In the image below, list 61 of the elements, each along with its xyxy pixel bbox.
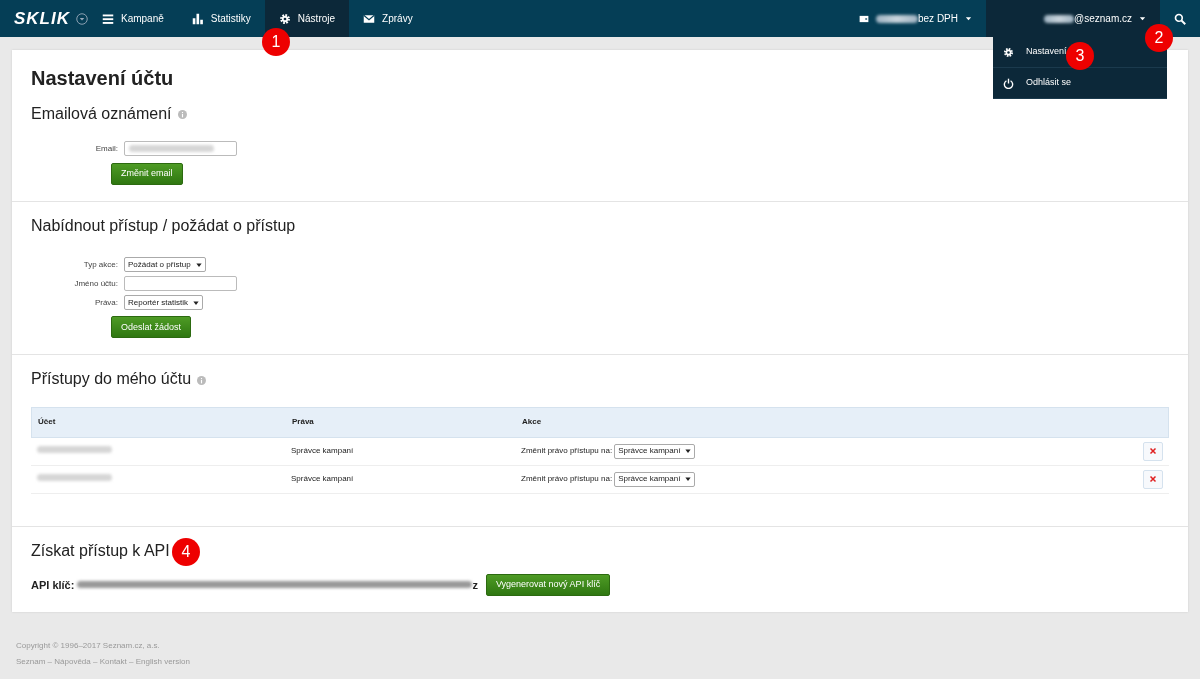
link-separator: – — [46, 656, 54, 666]
rights-select[interactable]: Správce kampaní — [614, 471, 696, 487]
wallet-icon — [859, 13, 869, 24]
email-field[interactable] — [124, 141, 237, 157]
caret-icon — [193, 299, 200, 306]
table-cell-text: Správce kampaní — [291, 445, 355, 458]
logo[interactable]: SKLIK — [0, 5, 76, 32]
copyright-text: Copyright © 1996–2017 Seznam.cz, a.s. — [16, 639, 161, 652]
section-heading: Nabídnout přístup / požádat o přístup — [31, 216, 296, 237]
envelope-icon — [363, 12, 376, 25]
column-header: Práva — [292, 416, 315, 429]
field-label: Jméno účtu: — [73, 277, 119, 290]
delete-button[interactable] — [1143, 441, 1163, 461]
api-key-text: z — [472, 577, 478, 593]
caret-icon — [1139, 15, 1146, 22]
credit-dropdown[interactable]: bez DPH — [845, 0, 986, 37]
gear-icon — [278, 12, 291, 25]
field-label: Email: — [94, 142, 119, 155]
select-field[interactable]: Reportér statistik — [124, 295, 204, 311]
section-heading: Přístupy do mého účtu — [31, 355, 207, 407]
caret-icon — [685, 448, 692, 455]
change-email-button[interactable]: Změnit email — [111, 163, 183, 186]
nav-tab[interactable]: Kampaně — [88, 0, 178, 37]
delete-button[interactable] — [1143, 469, 1163, 489]
bar-chart-icon — [191, 12, 204, 25]
table-cell-text: Správce kampaní — [291, 473, 355, 486]
field-label: Práva: — [93, 296, 119, 309]
action-label: Změnit právo přístupu na: — [521, 445, 613, 458]
menu-icon — [102, 12, 114, 25]
close-icon — [1149, 475, 1157, 484]
nav-tab[interactable]: Zprávy — [349, 0, 427, 37]
link-separator: – — [128, 656, 135, 666]
credit-text: bez DPH — [918, 12, 958, 26]
api-key-label: API klíč: — [31, 577, 75, 593]
column-header: Akce — [522, 416, 543, 429]
rights-select[interactable]: Správce kampaní — [614, 443, 696, 459]
caret-circle-icon — [76, 12, 88, 25]
select-field[interactable]: Požádat o přístup — [124, 257, 206, 273]
account-text: @seznam.cz — [1074, 12, 1132, 26]
info-icon — [197, 375, 207, 385]
send-request-button[interactable]: Odeslat žádost — [111, 316, 192, 339]
gear-icon — [1003, 46, 1014, 58]
menu-item[interactable]: Nastavení — [1003, 45, 1067, 59]
close-icon — [1149, 447, 1157, 456]
account-name-field[interactable] — [124, 276, 237, 292]
page-title: Nastavení účtu — [31, 66, 174, 90]
caret-icon — [195, 261, 202, 268]
link-separator: – — [91, 656, 99, 666]
section-heading: Získat přístup k API — [31, 540, 170, 561]
action-label: Změnit právo přístupu na: — [521, 473, 613, 486]
field-label: Typ akce: — [82, 258, 119, 271]
search-icon — [1174, 12, 1186, 25]
caret-icon — [685, 476, 692, 483]
menu-item[interactable]: Odhlásit se — [1003, 76, 1072, 90]
nav-tab[interactable]: Statistiky — [177, 0, 265, 37]
section-heading: Emailová oznámení — [31, 90, 187, 142]
power-icon — [1003, 77, 1014, 89]
generate-api-key-button[interactable]: Vygenerovat nový API klíč — [485, 573, 611, 596]
caret-icon — [965, 15, 972, 22]
column-header: Účet — [37, 416, 57, 429]
info-icon — [177, 110, 187, 120]
